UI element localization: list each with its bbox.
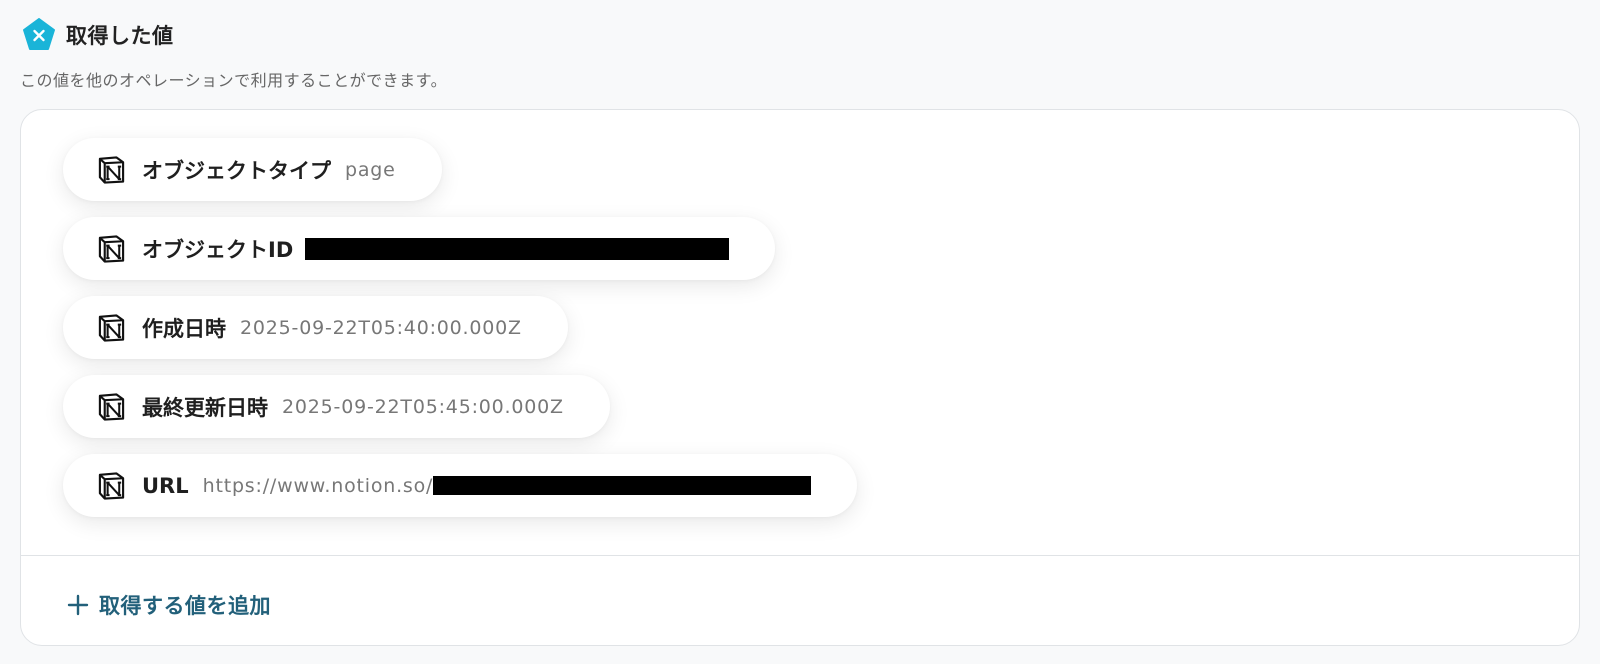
chip-label: 最終更新日時: [142, 395, 268, 420]
notion-icon: [98, 393, 125, 421]
notion-icon: [98, 472, 125, 500]
chip-label: 作成日時: [142, 316, 226, 341]
chip-value: https://www.notion.so/: [202, 474, 434, 497]
chip-label: オブジェクトID: [142, 237, 294, 262]
chip-value: 2025-09-22T05:45:00.000Z: [282, 395, 564, 418]
add-value-button[interactable]: 取得する値を追加: [67, 590, 271, 620]
notion-icon: [98, 235, 125, 263]
plus-icon: [67, 594, 89, 616]
redacted-value: [433, 476, 812, 495]
chip-value: 2025-09-22T05:40:00.000Z: [240, 316, 522, 339]
close-icon: [23, 18, 55, 50]
chip-label: URL: [142, 473, 189, 498]
chip-value: page: [345, 158, 396, 181]
notion-icon: [98, 156, 125, 184]
value-chip-created-time[interactable]: 作成日時 2025-09-22T05:40:00.000Z: [63, 296, 568, 359]
add-value-label: 取得する値を追加: [99, 594, 271, 618]
panel-divider: [21, 555, 1579, 556]
value-chip-object-id[interactable]: オブジェクトID: [63, 217, 776, 280]
values-panel: オブジェクトタイプ page オブジェクトID 作成日時 2025-09-22T…: [20, 109, 1580, 646]
chip-label: オブジェクトタイプ: [142, 158, 331, 183]
section-title: 取得した値: [66, 24, 174, 48]
value-chip-url[interactable]: URL https://www.notion.so/: [63, 454, 858, 517]
value-chip-object-type[interactable]: オブジェクトタイプ page: [63, 138, 442, 201]
value-chip-last-edited-time[interactable]: 最終更新日時 2025-09-22T05:45:00.000Z: [63, 375, 610, 438]
notion-icon: [98, 314, 125, 342]
redacted-value: [305, 237, 730, 260]
section-description: この値を他のオペレーションで利用することができます。: [20, 71, 448, 90]
value-chip-list: オブジェクトタイプ page オブジェクトID 作成日時 2025-09-22T…: [63, 138, 858, 517]
section-header: 取得した値: [22, 18, 174, 52]
